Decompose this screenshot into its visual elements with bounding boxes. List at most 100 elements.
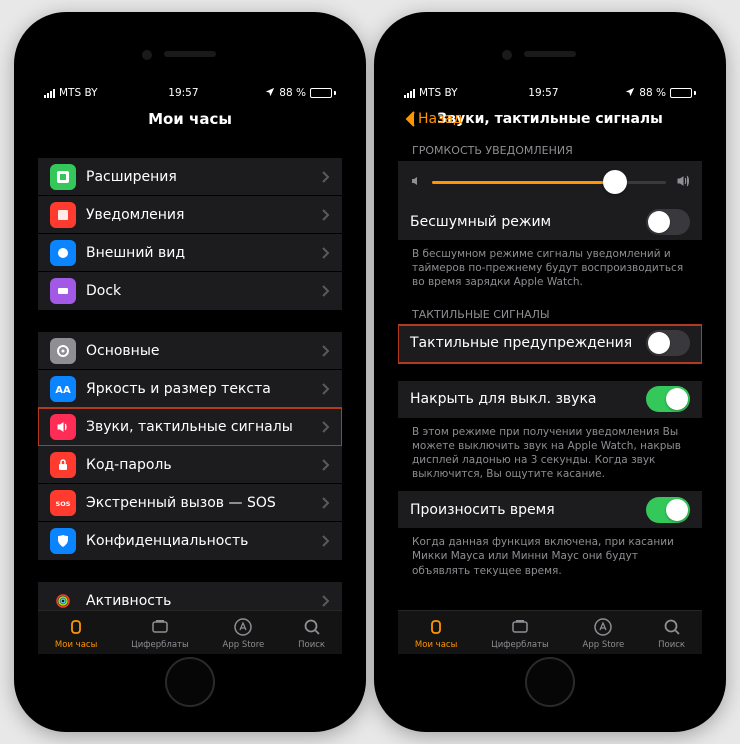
haptic-alerts-row[interactable]: Тактильные предупреждения <box>398 325 702 363</box>
svg-text:SOS: SOS <box>56 500 71 508</box>
watch-icon <box>425 616 447 638</box>
watch-icon <box>65 616 87 638</box>
chevron-right-icon <box>322 459 330 471</box>
tab-search[interactable]: Поиск <box>658 616 685 650</box>
settings-row[interactable]: Активность <box>38 582 342 610</box>
tab-bar: Мои часы Циферблаты App Store Поиск <box>38 610 342 654</box>
tab-gallery[interactable]: Циферблаты <box>491 616 549 650</box>
haptic-alerts-label: Тактильные предупреждения <box>410 335 646 351</box>
chevron-right-icon <box>322 497 330 509</box>
passcode-icon <box>50 452 76 478</box>
gallery-icon <box>509 616 531 638</box>
tab-label: Циферблаты <box>491 640 549 650</box>
status-bar: MTS BY 19:57 88 % <box>38 84 342 102</box>
settings-row[interactable]: Конфиденциальность <box>38 522 342 560</box>
nav-header: Мои часы <box>38 102 342 136</box>
sounds-icon <box>50 414 76 440</box>
battery-pct-label: 88 % <box>639 87 666 99</box>
settings-row[interactable]: Уведомления <box>38 196 342 234</box>
settings-row[interactable]: SOSЭкстренный вызов — SOS <box>38 484 342 522</box>
chevron-right-icon <box>322 209 330 221</box>
cover-to-mute-footer: В этом режиме при получении уведомления … <box>398 419 702 492</box>
row-label: Конфиденциальность <box>86 533 322 549</box>
settings-row[interactable]: Dock <box>38 272 342 310</box>
tab-search[interactable]: Поиск <box>298 616 325 650</box>
tab-appstore[interactable]: App Store <box>583 616 625 650</box>
carrier-label: MTS BY <box>59 87 98 99</box>
volume-slider[interactable] <box>432 181 666 184</box>
volume-slider-row[interactable] <box>398 161 702 203</box>
page-title: Звуки, тактильные сигналы <box>437 111 663 127</box>
brightness-icon: AA <box>50 376 76 402</box>
silent-mode-label: Бесшумный режим <box>410 214 646 230</box>
clock-label: 19:57 <box>168 87 198 99</box>
sos-icon: SOS <box>50 490 76 516</box>
gallery-icon <box>149 616 171 638</box>
silent-mode-toggle[interactable] <box>646 209 690 235</box>
cover-to-mute-row[interactable]: Накрыть для выкл. звука <box>398 381 702 419</box>
chevron-right-icon <box>322 535 330 547</box>
speak-time-toggle[interactable] <box>646 497 690 523</box>
volume-high-icon <box>676 175 690 190</box>
tab-label: App Store <box>223 640 265 650</box>
front-camera <box>142 50 152 60</box>
home-button[interactable] <box>165 657 215 707</box>
volume-low-icon <box>410 175 422 190</box>
speaker-grill <box>164 51 216 57</box>
dock-icon <box>50 278 76 304</box>
tab-label: Поиск <box>658 640 685 650</box>
sounds-settings-list[interactable]: ГРОМКОСТЬ УВЕДОМЛЕНИЯ Бесшумный режим <box>398 136 702 610</box>
settings-row[interactable]: Внешний вид <box>38 234 342 272</box>
row-label: Активность <box>86 593 322 609</box>
silent-mode-footer: В бесшумном режиме сигналы уведомлений и… <box>398 241 702 300</box>
row-label: Основные <box>86 343 322 359</box>
back-button[interactable]: Назад <box>404 111 463 127</box>
tab-label: Поиск <box>298 640 325 650</box>
location-icon <box>265 87 275 100</box>
tab-watch[interactable]: Мои часы <box>415 616 457 650</box>
cover-to-mute-toggle[interactable] <box>646 386 690 412</box>
settings-row[interactable]: Код-пароль <box>38 446 342 484</box>
home-button[interactable] <box>525 657 575 707</box>
front-camera <box>502 50 512 60</box>
tab-label: App Store <box>583 640 625 650</box>
tab-watch[interactable]: Мои часы <box>55 616 97 650</box>
chevron-right-icon <box>322 383 330 395</box>
speak-time-footer: Когда данная функция включена, при касан… <box>398 529 702 588</box>
settings-row[interactable]: Основные <box>38 332 342 370</box>
settings-list[interactable]: РасширенияУведомления Внешний вид Dock Осн… <box>38 136 342 610</box>
screen-left: MTS BY 19:57 88 % Мои часы <box>38 84 342 654</box>
haptic-alerts-toggle[interactable] <box>646 330 690 356</box>
signal-icon <box>44 89 55 98</box>
row-label: Внешний вид <box>86 245 322 261</box>
back-label: Назад <box>418 111 463 127</box>
row-label: Код-пароль <box>86 457 322 473</box>
appstore-icon <box>232 616 254 638</box>
screen-right: MTS BY 19:57 88 % <box>398 84 702 654</box>
settings-row[interactable]: Расширения <box>38 158 342 196</box>
nav-header: Назад Звуки, тактильные сигналы <box>398 102 702 136</box>
tab-gallery[interactable]: Циферблаты <box>131 616 189 650</box>
carrier-label: MTS BY <box>419 87 458 99</box>
search-icon <box>661 616 683 638</box>
silent-mode-row[interactable]: Бесшумный режим <box>398 203 702 241</box>
section-header-volume: ГРОМКОСТЬ УВЕДОМЛЕНИЯ <box>398 136 702 161</box>
speak-time-row[interactable]: Произносить время <box>398 491 702 529</box>
tab-label: Циферблаты <box>131 640 189 650</box>
slider-thumb[interactable] <box>603 170 627 194</box>
settings-row[interactable]: AAЯркость и размер текста <box>38 370 342 408</box>
appstore-icon <box>592 616 614 638</box>
location-icon <box>625 87 635 100</box>
speak-time-label: Произносить время <box>410 502 646 518</box>
signal-icon <box>404 89 415 98</box>
phone-frame-right: MTS BY 19:57 88 % <box>374 12 726 732</box>
chevron-right-icon <box>322 247 330 259</box>
chevron-right-icon <box>322 421 330 433</box>
settings-row[interactable]: Звуки, тактильные сигналы <box>38 408 342 446</box>
row-label: Звуки, тактильные сигналы <box>86 419 322 435</box>
activity-icon <box>50 588 76 611</box>
svg-text:AA: AA <box>55 385 71 396</box>
tab-appstore[interactable]: App Store <box>223 616 265 650</box>
page-title: Мои часы <box>148 110 232 128</box>
chevron-right-icon <box>322 345 330 357</box>
